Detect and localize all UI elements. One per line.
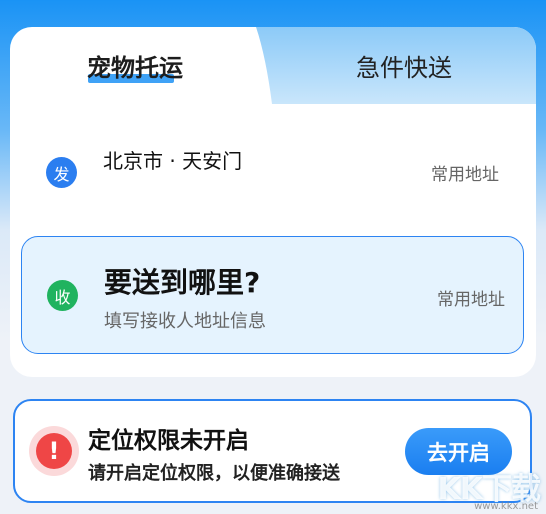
tab-label: 宠物托运 — [87, 54, 183, 82]
tab-pet-transport[interactable]: 宠物托运 — [10, 27, 260, 104]
tab-label: 急件快送 — [356, 54, 452, 82]
tab-express-delivery[interactable]: 急件快送 — [272, 27, 536, 104]
watermark: KK下载 www.kkx.net — [422, 464, 542, 512]
warning-icon: ! — [29, 426, 79, 476]
sender-address-row[interactable]: 发 北京市 · 天安门 常用地址 — [10, 127, 536, 217]
sender-address: 北京市 · 天安门 — [103, 149, 243, 173]
receiver-badge-icon: 收 — [47, 280, 78, 311]
warning-icon-glyph: ! — [36, 433, 72, 469]
tab-bar: 宠物托运 急件快送 — [10, 27, 536, 104]
permission-title: 定位权限未开启 — [88, 428, 249, 454]
receiver-common-address-link[interactable]: 常用地址 — [437, 285, 505, 310]
watermark-url: www.kkx.net — [474, 501, 538, 512]
receiver-placeholder: 填写接收人地址信息 — [104, 311, 266, 332]
address-card: 宠物托运 急件快送 发 北京市 · 天安门 常用地址 收 要送到哪里? 填写接收… — [10, 27, 536, 377]
permission-subtitle: 请开启定位权限，以便准确接送 — [88, 463, 340, 484]
receiver-title: 要送到哪里? — [104, 266, 261, 299]
receiver-address-box[interactable]: 收 要送到哪里? 填写接收人地址信息 常用地址 — [21, 236, 524, 354]
sender-badge-icon: 发 — [46, 157, 77, 188]
sender-common-address-link[interactable]: 常用地址 — [431, 160, 499, 185]
